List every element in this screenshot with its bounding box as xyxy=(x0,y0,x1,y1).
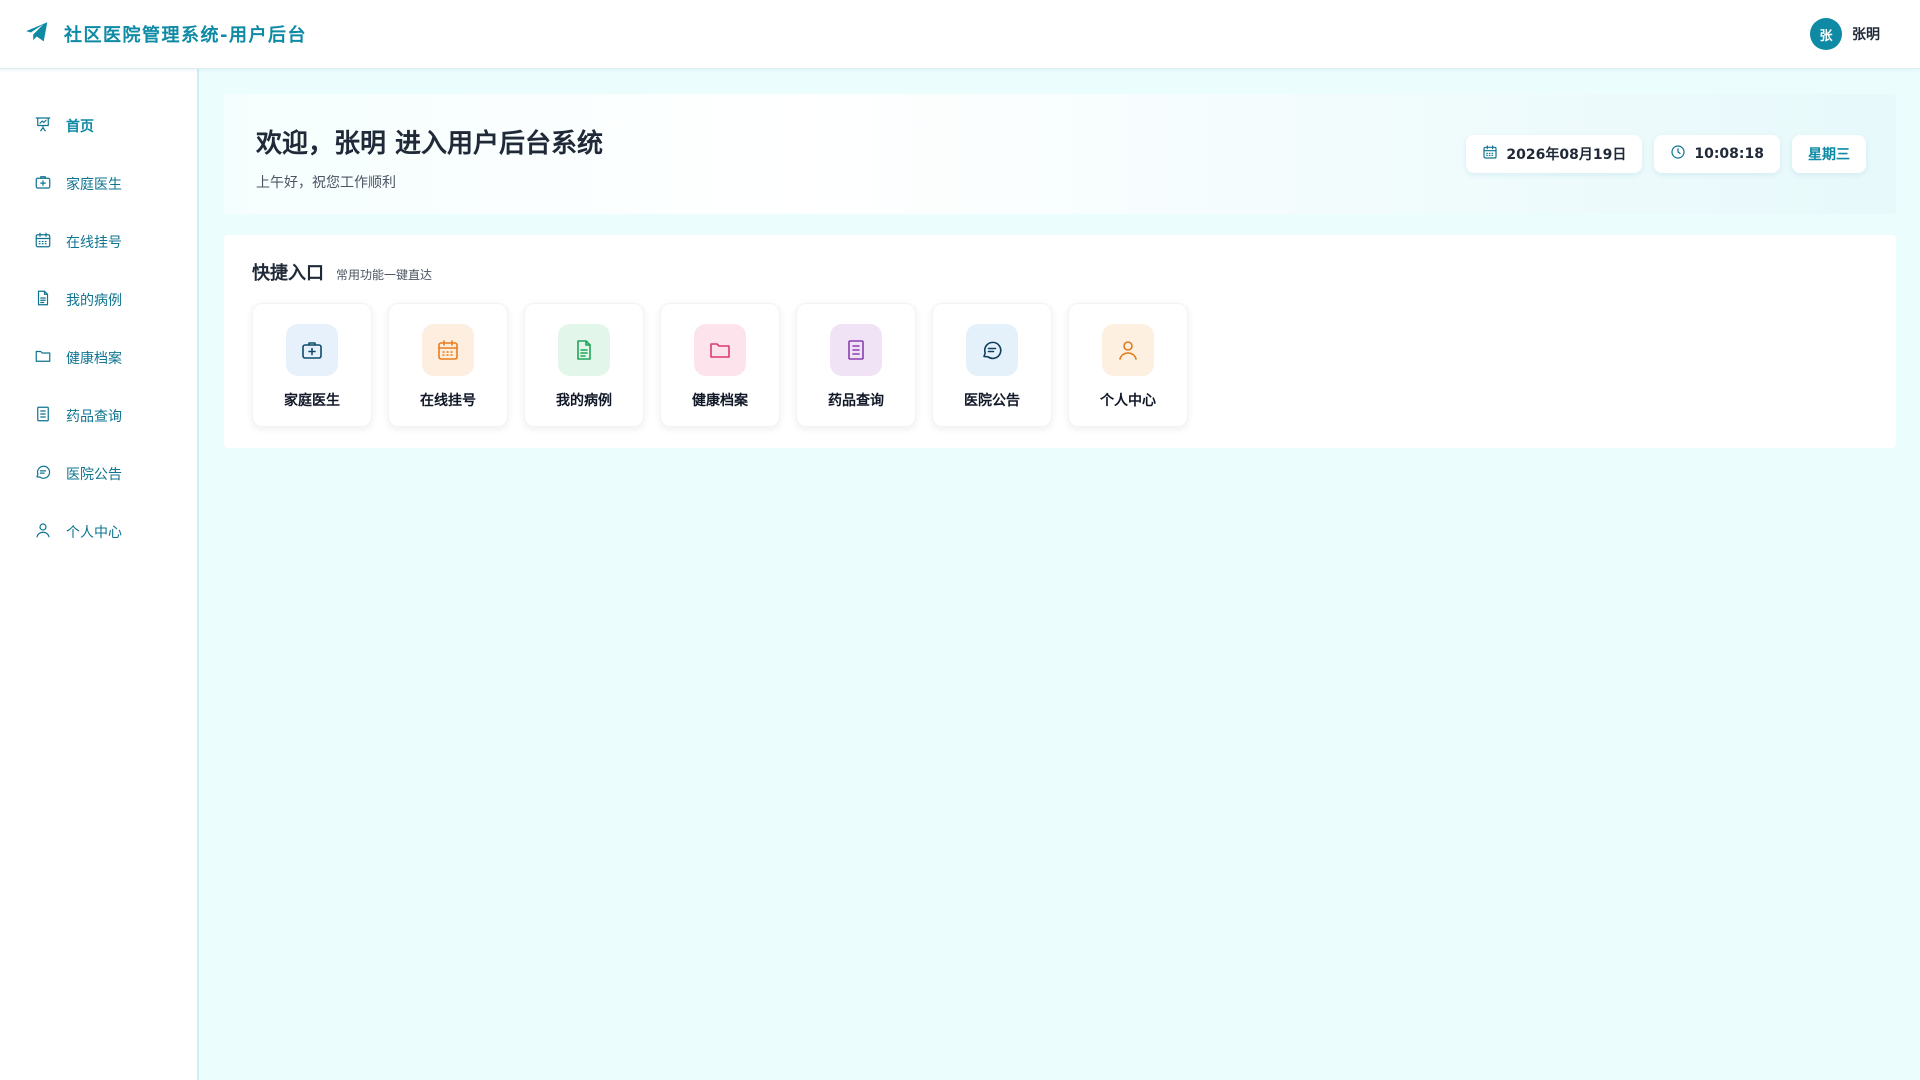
sidebar-item-label: 我的病例 xyxy=(66,293,122,309)
sidebar-item-medical-records[interactable]: 我的病例 xyxy=(0,271,197,329)
sidebar-item-label: 个人中心 xyxy=(66,525,122,541)
quick-tile-label: 健康档案 xyxy=(692,393,748,409)
quick-tile-registration[interactable]: 在线挂号 xyxy=(388,303,508,427)
medical-kit-icon xyxy=(286,324,338,376)
quick-tile-label: 在线挂号 xyxy=(420,393,476,409)
quick-tile-health-archive[interactable]: 健康档案 xyxy=(660,303,780,427)
sidebar-item-registration[interactable]: 在线挂号 xyxy=(0,213,197,271)
quick-tile-profile[interactable]: 个人中心 xyxy=(1068,303,1188,427)
calendar-icon xyxy=(422,324,474,376)
main-content: 欢迎，张明 进入用户后台系统 上午好，祝您工作顺利 2026年08月19日 10… xyxy=(224,69,1896,448)
quick-tile-label: 我的病例 xyxy=(556,393,612,409)
quick-tile-medical-records[interactable]: 我的病例 xyxy=(524,303,644,427)
weekday-chip: 星期三 xyxy=(1792,135,1866,173)
folder-icon xyxy=(34,347,52,369)
user-icon xyxy=(1102,324,1154,376)
quick-tile-label: 个人中心 xyxy=(1100,393,1156,409)
quick-tile-label: 医院公告 xyxy=(964,393,1020,409)
document-icon xyxy=(34,289,52,311)
time-chip: 10:08:18 xyxy=(1654,135,1780,173)
sidebar-item-label: 首页 xyxy=(66,119,94,135)
list-document-icon xyxy=(830,324,882,376)
quick-access-subtitle: 常用功能一键直达 xyxy=(336,268,433,282)
message-icon xyxy=(34,463,52,485)
clock-icon xyxy=(1670,144,1686,164)
current-date: 2026年08月19日 xyxy=(1506,147,1627,163)
sidebar-item-profile[interactable]: 个人中心 xyxy=(0,503,197,561)
sidebar-item-home[interactable]: 首页 xyxy=(0,97,197,155)
document-icon xyxy=(558,324,610,376)
user-menu[interactable]: 张 张明 xyxy=(1810,18,1880,50)
list-document-icon xyxy=(34,405,52,427)
sidebar-item-announcements[interactable]: 医院公告 xyxy=(0,445,197,503)
medical-kit-icon xyxy=(34,173,52,195)
user-icon xyxy=(34,521,52,543)
current-time: 10:08:18 xyxy=(1694,146,1764,162)
quick-tile-drug-query[interactable]: 药品查询 xyxy=(796,303,916,427)
quick-tile-label: 药品查询 xyxy=(828,393,884,409)
quick-tile-label: 家庭医生 xyxy=(284,393,340,409)
paper-plane-icon xyxy=(24,19,50,49)
app-title: 社区医院管理系统-用户后台 xyxy=(64,25,307,46)
sidebar-item-health-archive[interactable]: 健康档案 xyxy=(0,329,197,387)
avatar[interactable]: 张 xyxy=(1810,18,1842,50)
sidebar-item-family-doctor[interactable]: 家庭医生 xyxy=(0,155,197,213)
quick-access-tiles: 家庭医生 在线挂号 我的病例 健康档案 药品查询 医院公告 个人中心 xyxy=(252,303,1868,427)
quick-access-header: 快捷入口 常用功能一键直达 xyxy=(252,259,1868,285)
presentation-chart-icon xyxy=(34,115,52,137)
message-icon xyxy=(966,324,1018,376)
quick-access-title: 快捷入口 xyxy=(252,263,324,284)
quick-tile-family-doctor[interactable]: 家庭医生 xyxy=(252,303,372,427)
folder-icon xyxy=(694,324,746,376)
sidebar-item-drug-query[interactable]: 药品查询 xyxy=(0,387,197,445)
calendar-icon xyxy=(34,231,52,253)
sidebar-item-label: 药品查询 xyxy=(66,409,122,425)
current-weekday: 星期三 xyxy=(1808,147,1850,163)
user-name[interactable]: 张明 xyxy=(1852,24,1880,44)
date-time-chips: 2026年08月19日 10:08:18 星期三 xyxy=(1466,135,1866,173)
brand[interactable]: 社区医院管理系统-用户后台 xyxy=(24,19,307,49)
quick-tile-announcements[interactable]: 医院公告 xyxy=(932,303,1052,427)
sidebar-item-label: 在线挂号 xyxy=(66,235,122,251)
sidebar: 首页 家庭医生 在线挂号 我的病例 健康档案 药品查询 医院公告 个人中心 xyxy=(0,69,199,1080)
welcome-banner: 欢迎，张明 进入用户后台系统 上午好，祝您工作顺利 2026年08月19日 10… xyxy=(224,94,1896,214)
sidebar-item-label: 健康档案 xyxy=(66,351,122,367)
sidebar-item-label: 家庭医生 xyxy=(66,177,122,193)
sidebar-item-label: 医院公告 xyxy=(66,467,122,483)
quick-access-panel: 快捷入口 常用功能一键直达 家庭医生 在线挂号 我的病例 健康档案 药品查询 医… xyxy=(224,235,1896,448)
top-header: 社区医院管理系统-用户后台 张 张明 xyxy=(0,0,1920,69)
date-chip: 2026年08月19日 xyxy=(1466,135,1643,173)
calendar-icon xyxy=(1482,144,1498,164)
welcome-subtitle: 上午好，祝您工作顺利 xyxy=(256,175,396,191)
